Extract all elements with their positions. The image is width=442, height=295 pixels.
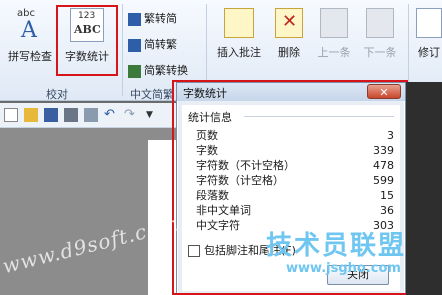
next-label: 下一条 — [363, 46, 397, 59]
word-count-highlight — [56, 5, 118, 76]
print-icon[interactable] — [64, 108, 78, 122]
spelling-icon: abc A — [15, 8, 45, 43]
revise-label: 修订 — [418, 46, 440, 59]
trad-to-simp-label: 繁转简 — [144, 12, 177, 25]
convert-label: 简繁转换 — [144, 64, 188, 77]
insert-comment-button[interactable]: 插入批注 — [212, 8, 266, 60]
simp-to-trad-button[interactable]: 简转繁 — [128, 36, 177, 54]
spelling-check-label: 拼写检查 — [8, 50, 52, 63]
prev-comment-button[interactable]: 上一条 — [312, 8, 356, 60]
revise-button[interactable]: 修订 — [414, 8, 442, 60]
spelling-icon-letter: A — [21, 18, 37, 43]
group-label-proofing: 校对 — [46, 88, 68, 101]
delete-comment-button[interactable]: ✕ 删除 — [270, 8, 308, 60]
prev-comment-icon — [320, 8, 348, 38]
quick-access-toolbar: ↶ ↷ ▼ — [0, 103, 178, 128]
next-comment-button[interactable]: 下一条 — [358, 8, 402, 60]
prev-label: 上一条 — [317, 46, 351, 59]
next-comment-icon — [366, 8, 394, 38]
background-panel — [406, 82, 442, 295]
trad-to-simp-icon — [128, 12, 141, 26]
group-label-chinese: 中文简繁 — [130, 88, 174, 101]
simp-to-trad-icon — [128, 38, 141, 52]
insert-comment-icon — [224, 8, 254, 38]
print-preview-icon[interactable] — [84, 108, 98, 122]
delete-label: 删除 — [278, 46, 300, 59]
convert-icon — [128, 64, 141, 78]
redo-icon[interactable]: ↷ — [124, 108, 138, 122]
group-separator — [122, 4, 123, 96]
revise-icon — [416, 8, 442, 38]
delete-comment-icon: ✕ — [275, 8, 303, 38]
dropdown-arrow-icon[interactable]: ▼ — [146, 108, 160, 122]
insert-comment-label: 插入批注 — [217, 46, 261, 59]
trad-to-simp-button[interactable]: 繁转简 — [128, 10, 177, 28]
watermark-right: 技术员联盟 — [266, 231, 407, 261]
open-folder-icon[interactable] — [24, 108, 38, 122]
watermark-right-url: www.jsgho.com — [286, 261, 401, 276]
convert-button[interactable]: 简繁转换 — [128, 62, 188, 80]
app-window: abc A 拼写检查 123 ABC 字数统计 校对 繁转简 简转繁 简繁转换 … — [0, 0, 442, 295]
delete-x-icon: ✕ — [282, 11, 298, 32]
undo-icon[interactable]: ↶ — [104, 108, 118, 122]
spelling-check-button[interactable]: abc A 拼写检查 — [4, 8, 56, 64]
new-document-icon[interactable] — [4, 108, 18, 122]
save-icon[interactable] — [44, 108, 58, 122]
simp-to-trad-label: 简转繁 — [144, 38, 177, 51]
